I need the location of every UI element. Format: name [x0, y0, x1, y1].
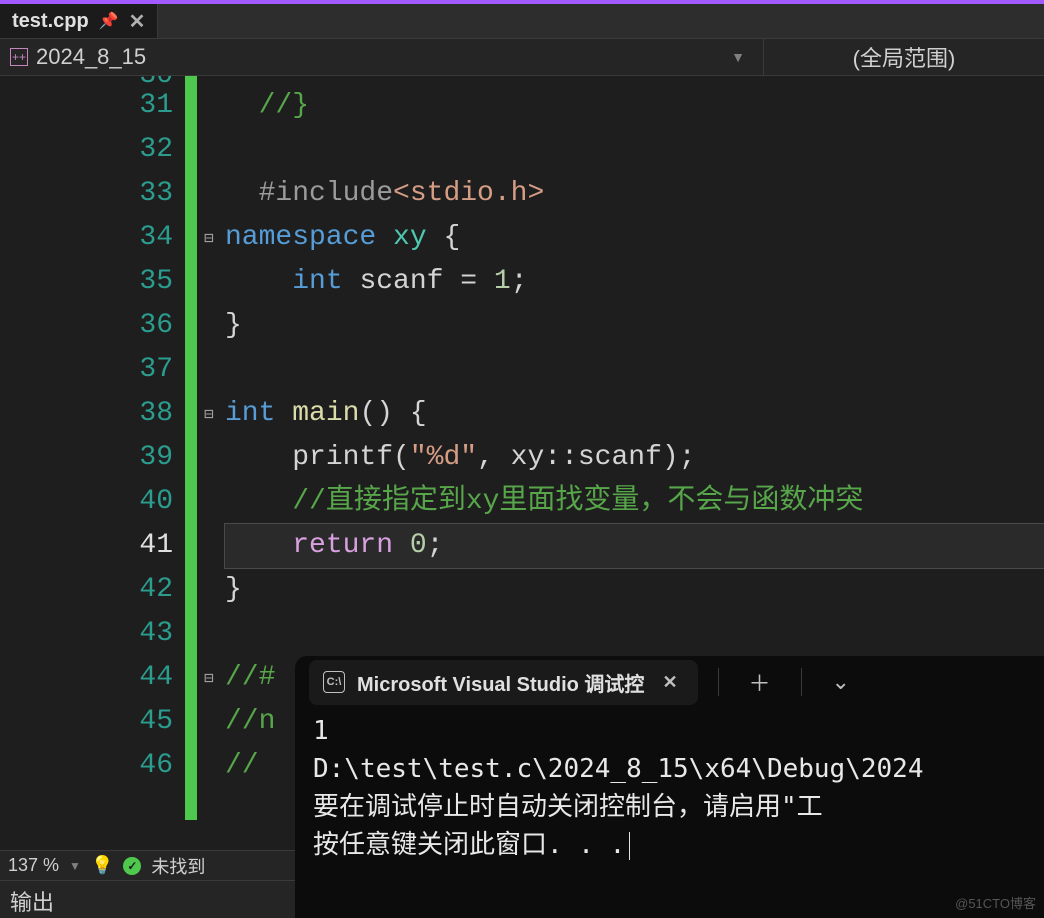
fold-toggle — [197, 524, 221, 568]
line-number-gutter: 3031323334353637383940414243444546 — [0, 76, 185, 820]
project-dropdown[interactable]: ++ 2024_8_15 ▼ — [0, 39, 764, 75]
code-line[interactable] — [225, 612, 1044, 656]
console-line: D:\test\test.c\2024_8_15\x64\Debug\2024 — [313, 750, 1026, 788]
code-line[interactable]: int scanf = 1; — [225, 260, 1044, 304]
line-number: 32 — [0, 128, 173, 172]
line-number: 41 — [0, 524, 173, 568]
code-line[interactable]: return 0; — [225, 524, 1044, 568]
line-number: 31 — [0, 84, 173, 128]
console-title: Microsoft Visual Studio 调试控 — [357, 668, 644, 697]
line-number: 35 — [0, 260, 173, 304]
console-line: 按任意键关闭此窗口. . . — [313, 826, 1026, 864]
ok-status-icon: ✓ — [123, 857, 141, 875]
line-number: 43 — [0, 612, 173, 656]
new-tab-icon[interactable]: ＋ — [739, 666, 781, 698]
close-icon[interactable]: ✕ — [129, 9, 146, 34]
line-number: 38 — [0, 392, 173, 436]
chevron-down-icon: ▼ — [731, 49, 753, 65]
lightbulb-icon[interactable]: 💡 — [91, 855, 113, 876]
separator — [718, 668, 719, 696]
fold-toggle[interactable]: ⊟ — [197, 216, 221, 260]
code-line[interactable]: //} — [225, 84, 1044, 128]
chevron-down-icon[interactable]: ▼ — [69, 859, 81, 873]
fold-toggle — [197, 744, 221, 788]
fold-toggle — [197, 700, 221, 744]
fold-toggle — [197, 612, 221, 656]
separator — [801, 668, 802, 696]
code-line[interactable]: // return 0; — [225, 76, 1044, 84]
terminal-icon: C:\ — [323, 671, 345, 693]
watermark: @51CTO博客 — [955, 893, 1036, 912]
fold-toggle — [197, 480, 221, 524]
chevron-down-icon[interactable]: ⌄ — [822, 669, 860, 695]
line-number: 37 — [0, 348, 173, 392]
console-line: 1 — [313, 712, 1026, 750]
output-panel-tab[interactable]: 输出 — [0, 880, 295, 918]
fold-toggle — [197, 260, 221, 304]
project-name: 2024_8_15 — [36, 44, 146, 70]
fold-toggle — [197, 172, 221, 216]
close-icon[interactable]: ✕ — [656, 672, 683, 693]
code-line[interactable] — [225, 348, 1044, 392]
status-text: 未找到 — [151, 853, 205, 879]
line-number: 30 — [0, 76, 173, 84]
status-bar: 137 % ▼ 💡 ✓ 未找到 — [0, 850, 295, 880]
zoom-level[interactable]: 137 % — [8, 855, 59, 876]
fold-toggle — [197, 76, 221, 84]
line-number: 44 — [0, 656, 173, 700]
fold-toggle — [197, 128, 221, 172]
cursor — [629, 832, 630, 860]
line-number: 33 — [0, 172, 173, 216]
code-line[interactable]: } — [225, 568, 1044, 612]
code-line[interactable]: namespace xy { — [225, 216, 1044, 260]
line-number: 45 — [0, 700, 173, 744]
fold-toggle[interactable]: ⊟ — [197, 656, 221, 700]
file-tab[interactable]: test.cpp 📌 ✕ — [0, 4, 158, 38]
tab-bar: test.cpp 📌 ✕ — [0, 0, 1044, 38]
code-line[interactable]: #include<stdio.h> — [225, 172, 1044, 216]
pin-icon[interactable]: 📌 — [99, 11, 119, 31]
code-line[interactable]: } — [225, 304, 1044, 348]
change-indicator — [185, 76, 197, 820]
console-titlebar[interactable]: C:\ Microsoft Visual Studio 调试控 ✕ ＋ ⌄ — [295, 656, 1044, 708]
fold-toggle[interactable]: ⊟ — [197, 392, 221, 436]
code-line[interactable]: int main() { — [225, 392, 1044, 436]
fold-toggle — [197, 568, 221, 612]
line-number: 39 — [0, 436, 173, 480]
line-number: 46 — [0, 744, 173, 788]
fold-column: ⊟ ⊟ ⊟ — [197, 76, 221, 820]
console-line: 要在调试停止时自动关闭控制台，请启用"工 — [313, 788, 1026, 826]
fold-toggle — [197, 84, 221, 128]
line-number: 40 — [0, 480, 173, 524]
fold-toggle — [197, 348, 221, 392]
console-output[interactable]: 1D:\test\test.c\2024_8_15\x64\Debug\2024… — [295, 708, 1044, 868]
code-line[interactable]: printf("%d", xy::scanf); — [225, 436, 1044, 480]
output-label: 输出 — [10, 890, 54, 915]
line-number: 36 — [0, 304, 173, 348]
navigation-bar: ++ 2024_8_15 ▼ (全局范围) — [0, 38, 1044, 76]
fold-toggle — [197, 304, 221, 348]
line-number: 42 — [0, 568, 173, 612]
scope-label: (全局范围) — [853, 41, 956, 73]
project-icon: ++ — [10, 48, 28, 66]
line-number: 34 — [0, 216, 173, 260]
fold-toggle — [197, 436, 221, 480]
scope-dropdown[interactable]: (全局范围) — [764, 39, 1044, 75]
console-tab[interactable]: C:\ Microsoft Visual Studio 调试控 ✕ — [309, 660, 698, 705]
code-line[interactable] — [225, 128, 1044, 172]
debug-console-window: C:\ Microsoft Visual Studio 调试控 ✕ ＋ ⌄ 1D… — [295, 656, 1044, 918]
tab-filename: test.cpp — [12, 10, 89, 33]
code-line[interactable]: //直接指定到xy里面找变量，不会与函数冲突 — [225, 480, 1044, 524]
